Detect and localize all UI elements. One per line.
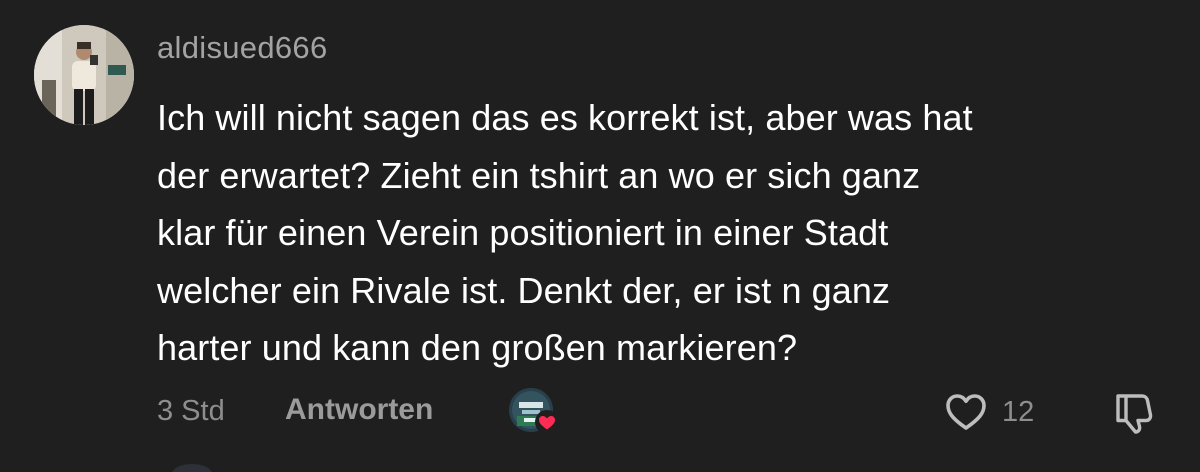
avatar-image [34,25,134,125]
comment-text-line: harter und kann den großen markieren? [157,327,798,368]
next-comment-avatar [172,464,212,472]
timestamp: 3 Std [157,395,225,427]
comment-text-line: der erwartet? Zieht ein tshirt an wo er … [157,154,921,196]
reply-button[interactable]: Antworten [285,393,433,427]
comment-text-line: klar für einen Verein positioniert in ei… [157,212,889,253]
heart-filled-icon [535,410,559,434]
thumbs-down-icon[interactable] [1112,391,1158,435]
comment-text-line: Ich will nicht sagen das es korrekt ist,… [157,97,973,138]
username[interactable]: aldisued666 [157,30,328,66]
user-avatar[interactable] [34,25,134,125]
heart-outline-icon[interactable] [944,392,988,432]
comment-text-line: welcher ein Rivale ist. Denkt der, er is… [157,269,891,311]
like-count: 12 [1002,396,1035,428]
comment-meta-row: 3 Std Antworten 12 [157,388,1177,434]
comment-item: aldisued666 Ich will nicht sagen das es … [0,0,1200,472]
creator-liked-badge [509,388,559,434]
comment-text: Ich will nicht sagen das es korrekt ist,… [157,89,1177,377]
